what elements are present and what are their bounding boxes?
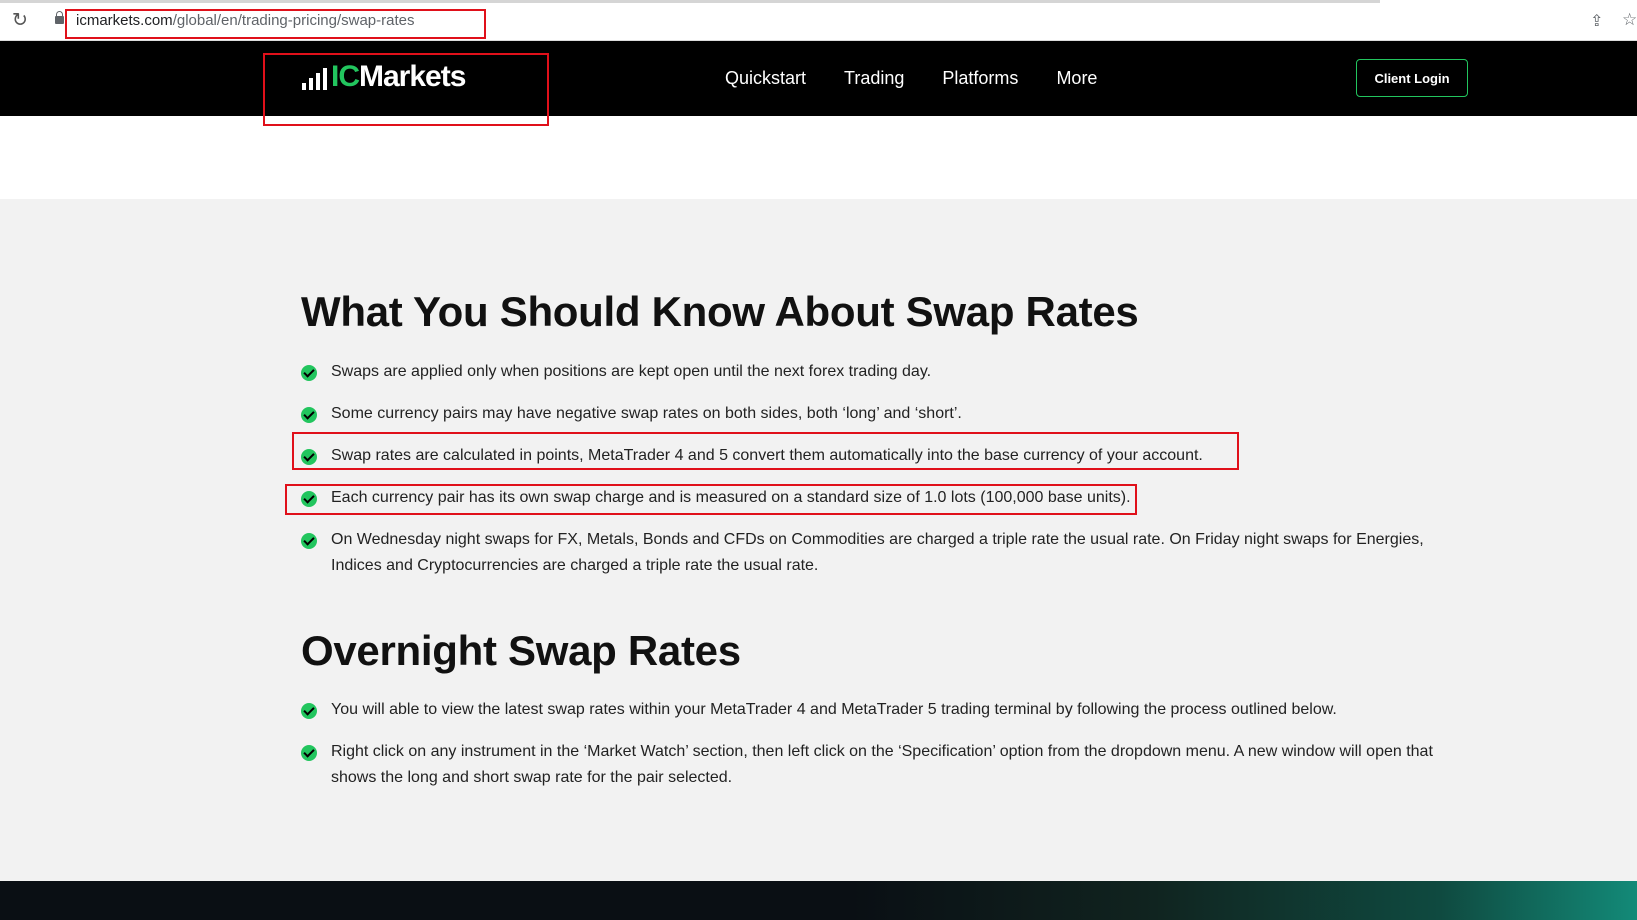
list-item: Some currency pairs may have negative sw… [301,404,1471,427]
nav-platforms[interactable]: Platforms [942,68,1018,89]
client-login-button[interactable]: Client Login [1356,59,1468,97]
check-icon [301,365,317,381]
list-item-text: Some currency pairs may have negative sw… [331,405,962,422]
site-header: IC Markets Quickstart Trading Platforms … [0,41,1637,116]
list-item: Swaps are applied only when positions ar… [301,362,1471,385]
list-item-text: On Wednesday night swaps for FX, Metals,… [331,531,1424,574]
share-icon[interactable]: ⇪ [1590,11,1603,31]
annotation-box-logo [263,53,549,126]
check-icon [301,407,317,423]
nav-more[interactable]: More [1056,68,1097,89]
star-icon[interactable]: ☆ [1622,10,1637,30]
section-title-swap-rates: What You Should Know About Swap Rates [301,288,1139,335]
main-nav: Quickstart Trading Platforms More [725,41,1097,116]
check-icon [301,533,317,549]
list-item: You will able to view the latest swap ra… [301,700,1471,723]
check-icon [301,745,317,761]
header-spacer [0,116,1637,199]
list-item: On Wednesday night swaps for FX, Metals,… [301,530,1471,579]
nav-trading[interactable]: Trading [844,68,904,89]
list-item-text: You will able to view the latest swap ra… [331,701,1337,718]
tab-strip [0,0,1380,3]
annotation-box-points [292,432,1239,470]
list-item-text: Swaps are applied only when positions ar… [331,363,932,380]
list-item: Right click on any instrument in the ‘Ma… [301,742,1471,791]
footer-banner [0,881,1637,920]
nav-quickstart[interactable]: Quickstart [725,68,806,89]
reload-icon[interactable]: ↻ [10,11,30,31]
list-item-text: Right click on any instrument in the ‘Ma… [331,743,1433,786]
check-icon [301,703,317,719]
lock-icon[interactable] [55,11,64,24]
annotation-box-url [65,9,486,39]
section-title-overnight-swap-rates: Overnight Swap Rates [301,627,741,674]
annotation-box-lots [285,484,1137,515]
